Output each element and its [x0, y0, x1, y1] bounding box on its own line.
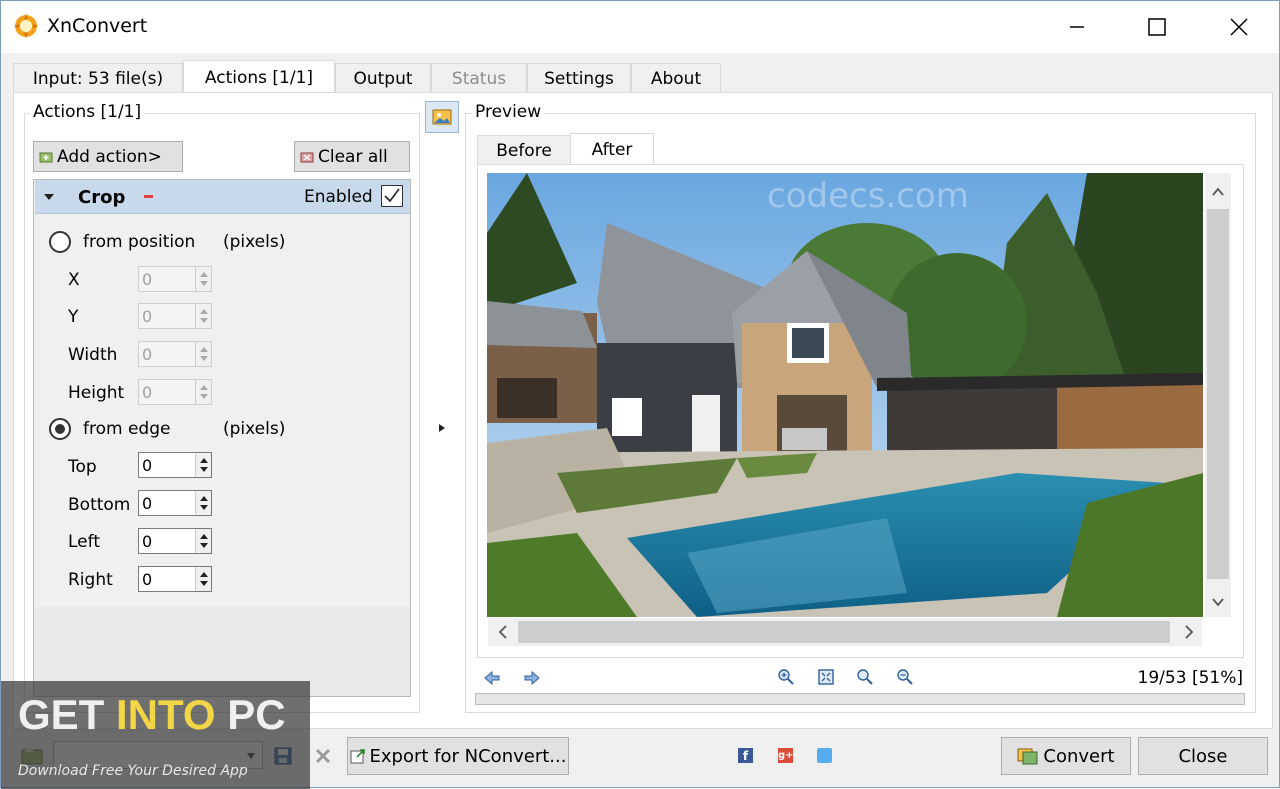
- collapse-triangle-icon[interactable]: [43, 192, 55, 202]
- height-label: Height: [68, 383, 125, 403]
- tab-settings[interactable]: Settings: [527, 63, 631, 93]
- app-window: XnConvert Input: 53 file(s) Actions [1/1…: [0, 0, 1280, 789]
- width-label: Width: [68, 345, 118, 365]
- export-nconvert-button[interactable]: Export for NConvert...: [347, 737, 569, 775]
- preview-progress-bar: [475, 693, 1245, 705]
- right-label: Right: [68, 570, 113, 590]
- zoom-in-icon[interactable]: [777, 668, 795, 686]
- close-button[interactable]: Close: [1138, 737, 1268, 775]
- clear-all-label: Clear all: [318, 146, 388, 167]
- tab-status[interactable]: Status: [431, 63, 527, 93]
- from-position-label: from position: [83, 232, 196, 252]
- edge-pixels-label: (pixels): [223, 419, 286, 439]
- scroll-right-icon[interactable]: [1176, 618, 1202, 646]
- add-action-icon: [39, 152, 53, 162]
- x-spinbox[interactable]: 0: [138, 266, 212, 292]
- position-pixels-label: (pixels): [223, 232, 286, 252]
- preview-horizontal-scrollbar[interactable]: [488, 618, 1202, 646]
- export-icon: [350, 749, 365, 764]
- checkmark-icon: [384, 188, 400, 203]
- top-label: Top: [68, 457, 97, 477]
- house-photo: codecs.com: [487, 173, 1203, 617]
- preview-group-label: Preview: [472, 102, 545, 122]
- clear-icon: [300, 152, 314, 162]
- tab-input[interactable]: Input: 53 file(s): [13, 63, 183, 93]
- bottom-label: Bottom: [68, 495, 131, 515]
- preview-image: codecs.com: [487, 173, 1203, 617]
- crop-title: Crop: [78, 187, 126, 208]
- from-edge-radio[interactable]: [49, 418, 71, 440]
- export-label: Export for NConvert...: [369, 745, 567, 767]
- tab-about[interactable]: About: [631, 63, 721, 93]
- right-spinbox[interactable]: 0: [138, 566, 212, 592]
- enabled-checkbox[interactable]: [381, 185, 403, 207]
- minimize-icon: [1070, 26, 1084, 28]
- y-spinbox[interactable]: 0: [138, 303, 212, 329]
- watermark-tagline: Download Free Your Desired App: [18, 763, 248, 779]
- previous-image-icon[interactable]: [483, 669, 501, 687]
- from-position-radio[interactable]: [49, 231, 71, 253]
- close-icon: [1230, 18, 1248, 36]
- maximize-icon: [1148, 18, 1166, 36]
- image-watermark-text: codecs.com: [767, 176, 969, 216]
- remove-action-icon[interactable]: [144, 195, 153, 198]
- left-spinbox[interactable]: 0: [138, 528, 212, 554]
- enabled-label: Enabled: [304, 187, 373, 207]
- google-plus-icon[interactable]: g+: [778, 748, 794, 763]
- horizontal-scroll-thumb[interactable]: [518, 621, 1170, 643]
- convert-button[interactable]: Convert: [1001, 737, 1131, 775]
- watermark-overlay: GET INTO PC Download Free Your Desired A…: [1, 681, 310, 789]
- width-spinbox[interactable]: 0: [138, 341, 212, 367]
- expand-arrow-icon[interactable]: [438, 423, 446, 433]
- bottom-spinbox[interactable]: 0: [138, 490, 212, 516]
- actions-group-label: Actions [1/1]: [30, 102, 145, 122]
- scroll-up-icon[interactable]: [1205, 179, 1231, 205]
- facebook-icon[interactable]: f: [738, 748, 753, 763]
- xnconvert-logo-icon: [14, 14, 38, 38]
- title-bar: XnConvert: [1, 1, 1279, 53]
- add-action-button[interactable]: Add action>: [33, 141, 183, 172]
- window-title: XnConvert: [47, 15, 148, 37]
- height-spinbox[interactable]: 0: [138, 379, 212, 405]
- fit-to-window-icon[interactable]: [817, 668, 835, 686]
- image-preview-icon: [432, 109, 452, 125]
- scroll-down-icon[interactable]: [1205, 589, 1231, 615]
- preview-toggle-button[interactable]: [425, 101, 459, 133]
- image-counter: 19/53 [51%]: [1137, 668, 1243, 688]
- clear-all-button[interactable]: Clear all: [294, 141, 410, 172]
- y-label: Y: [68, 307, 79, 327]
- minimize-button[interactable]: [1037, 1, 1117, 53]
- add-action-label: Add action>: [57, 146, 162, 167]
- vertical-scroll-thumb[interactable]: [1207, 209, 1229, 579]
- scroll-left-icon[interactable]: [490, 618, 516, 646]
- main-tabs: Input: 53 file(s) Actions [1/1] Output S…: [13, 60, 1273, 94]
- tab-actions[interactable]: Actions [1/1]: [183, 60, 335, 94]
- convert-icon: [1017, 748, 1038, 765]
- left-label: Left: [68, 532, 100, 552]
- tab-before[interactable]: Before: [477, 135, 571, 165]
- zoom-out-icon[interactable]: [896, 668, 914, 686]
- from-edge-label: from edge: [83, 419, 171, 439]
- x-label: X: [68, 270, 80, 290]
- convert-label: Convert: [1043, 745, 1115, 767]
- watermark-brand: GET INTO PC: [18, 691, 286, 738]
- close-window-button[interactable]: [1199, 1, 1279, 53]
- tab-after[interactable]: After: [570, 133, 654, 165]
- zoom-actual-icon[interactable]: [856, 668, 874, 686]
- next-image-icon[interactable]: [523, 669, 541, 687]
- delete-preset-icon[interactable]: [314, 747, 332, 765]
- maximize-button[interactable]: [1117, 1, 1197, 53]
- preview-vertical-scrollbar[interactable]: [1205, 173, 1231, 617]
- tab-output[interactable]: Output: [335, 63, 431, 93]
- top-spinbox[interactable]: 0: [138, 452, 212, 478]
- twitter-icon[interactable]: [817, 748, 832, 763]
